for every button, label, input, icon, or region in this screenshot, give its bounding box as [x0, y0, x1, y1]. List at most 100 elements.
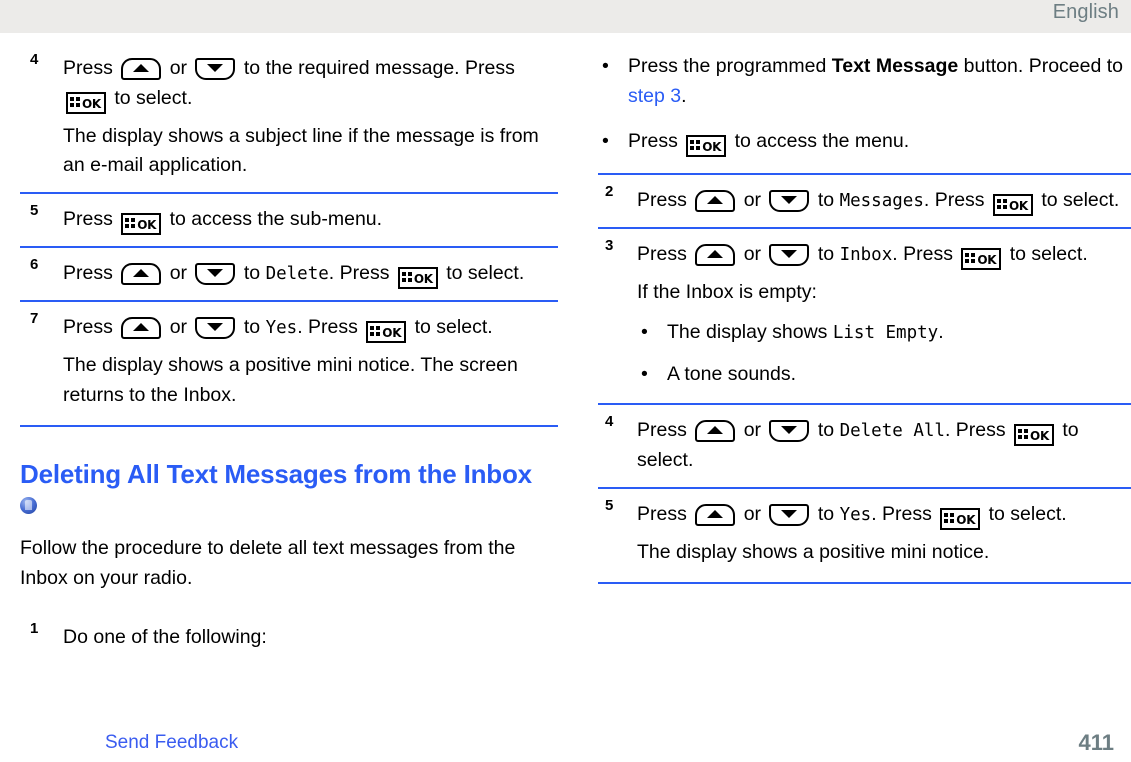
step-text-part: to [817, 502, 835, 525]
step-number: 2 [605, 183, 614, 201]
bullet-text-part: The display shows [667, 320, 828, 343]
step-2-right: 2 Press or to Messages. Press OK to sele… [598, 183, 1131, 217]
nav-down-button-icon[interactable] [769, 420, 810, 443]
section-separator [20, 299, 558, 302]
step-5-right: 5 Press or to Yes. Press OK to select. T… [598, 498, 1131, 568]
step-text-part: Press [63, 315, 113, 338]
step-text-part: . Press [923, 189, 985, 212]
section-separator [20, 191, 558, 194]
nav-down-button-icon[interactable] [195, 58, 236, 80]
step-text-part: . Press [297, 315, 358, 338]
step-3-cross-reference-link[interactable]: step 3 [628, 85, 681, 107]
menu-ok-button-icon[interactable]: OK [961, 248, 1002, 271]
menu-ok-button-icon[interactable]: OK [366, 320, 407, 343]
step-text: Press or to the required message. Press … [63, 54, 558, 114]
step-text: Press or to Yes. Press OK to select. [63, 313, 558, 343]
step-6-left: 6 Press or to Delete. Press OK to select… [20, 257, 558, 289]
menu-ok-button-icon[interactable]: OK [121, 212, 162, 235]
step-text-part: Press [637, 502, 687, 525]
bullet-dot-icon: • [602, 55, 609, 77]
step-number: 7 [30, 309, 39, 327]
step-3-right: 3 Press or to Inbox. Press OK to select.… [598, 238, 1131, 389]
list-item: • Press OK to access the menu. [598, 127, 1131, 158]
step-4-right: 4 Press or to Delete All. Press OK to se… [598, 414, 1131, 476]
step-number: 5 [605, 496, 614, 514]
step-1-options-list: • Press the programmed Text Message butt… [598, 52, 1131, 158]
grid-glyph [401, 271, 412, 282]
nav-up-button-icon[interactable] [121, 262, 162, 285]
step-text-part: or [743, 419, 762, 442]
grid-glyph [944, 512, 955, 523]
step-result-text: The display shows a subject line if the … [63, 124, 539, 177]
step-result-text: The display shows a positive mini notice… [637, 540, 990, 563]
menu-ok-button-icon[interactable]: OK [397, 266, 438, 289]
bullet-text-part: . [681, 84, 687, 107]
bullet-text-part: Press [628, 130, 678, 153]
section-separator [598, 582, 1131, 585]
grid-glyph [70, 96, 80, 107]
nav-down-button-icon[interactable] [769, 190, 810, 213]
section-separator [20, 425, 558, 428]
step-text-part: Press [63, 207, 113, 230]
step-number: 5 [30, 201, 39, 219]
left-column: 4 Press or to the required message. Pres… [20, 52, 558, 652]
empty-inbox-results-list: • The display shows List Empty. • A tone… [637, 318, 1131, 389]
page-footer: Send Feedback 411 [0, 722, 1131, 762]
step-text-part: to the required message. Press [243, 57, 515, 79]
header-language-label: English [1052, 1, 1119, 23]
menu-ok-button-icon[interactable]: OK [1014, 424, 1054, 447]
bold-button-name: Text Message [831, 55, 959, 77]
menu-ok-button-icon[interactable]: OK [66, 91, 106, 114]
section-separator [20, 245, 558, 248]
step-text-part: or [743, 243, 762, 266]
step-result-text: The display shows a positive mini notice… [63, 353, 518, 406]
nav-up-button-icon[interactable] [121, 58, 162, 80]
step-text-part: to access the sub-menu. [169, 207, 383, 230]
nav-up-button-icon[interactable] [695, 503, 736, 526]
grid-glyph [370, 325, 381, 336]
bullet-dot-icon: • [641, 320, 648, 343]
nav-down-button-icon[interactable] [195, 262, 236, 285]
step-text-part: to select. [114, 86, 193, 109]
step-text-part: to select. [1009, 243, 1088, 266]
section-separator [598, 403, 1131, 406]
nav-down-button-icon[interactable] [195, 316, 236, 339]
menu-ok-button-icon[interactable]: OK [940, 507, 981, 530]
bullet-text-part: Press the programmed [628, 55, 827, 77]
step-text-part: . Press [944, 419, 1006, 442]
display-target-text: Inbox [839, 245, 893, 266]
section-separator [598, 227, 1131, 230]
nav-down-button-icon[interactable] [769, 244, 810, 267]
list-item: • Press the programmed Text Message butt… [598, 52, 1131, 111]
nav-up-button-icon[interactable] [695, 244, 736, 267]
step-text-part: or [743, 189, 762, 212]
step-text: Press or to Yes. Press OK to select. [637, 500, 1131, 530]
step-text-part: to select. [414, 315, 493, 338]
nav-up-button-icon[interactable] [695, 190, 736, 213]
step-7-left: 7 Press or to Yes. Press OK to select. T… [20, 311, 558, 410]
step-text-part: to select. [988, 502, 1067, 525]
nav-up-button-icon[interactable] [121, 316, 162, 339]
display-target-text: List Empty [832, 322, 939, 343]
step-text-part: to select. [1041, 189, 1120, 212]
section-separator [598, 486, 1131, 489]
bullet-text-part: to access the menu. [734, 130, 910, 153]
bullet-text: Press the programmed Text Message button… [628, 55, 1123, 107]
bullet-text-part: button. Proceed to [963, 55, 1124, 77]
menu-ok-button-icon[interactable]: OK [686, 135, 727, 158]
nav-up-button-icon[interactable] [695, 420, 736, 443]
section-heading: Deleting All Text Messages from the Inbo… [20, 459, 532, 490]
nav-down-button-icon[interactable] [769, 503, 810, 526]
step-text: Press or to Messages. Press OK to select… [637, 186, 1131, 217]
section-separator [598, 173, 1131, 176]
step-text-part: to [817, 419, 835, 442]
step-text: Press OK to access the sub-menu. [63, 205, 558, 235]
menu-ok-button-icon[interactable]: OK [992, 194, 1033, 217]
step-4-left: 4 Press or to the required message. Pres… [20, 52, 558, 181]
step-text-part: . Press [871, 502, 932, 525]
send-feedback-link[interactable]: Send Feedback [105, 732, 238, 754]
step-number: 6 [30, 255, 39, 273]
step-text-part: or [169, 57, 188, 79]
step-text-part: to [243, 315, 261, 338]
section-block: Deleting All Text Messages from the Inbo… [20, 459, 558, 593]
